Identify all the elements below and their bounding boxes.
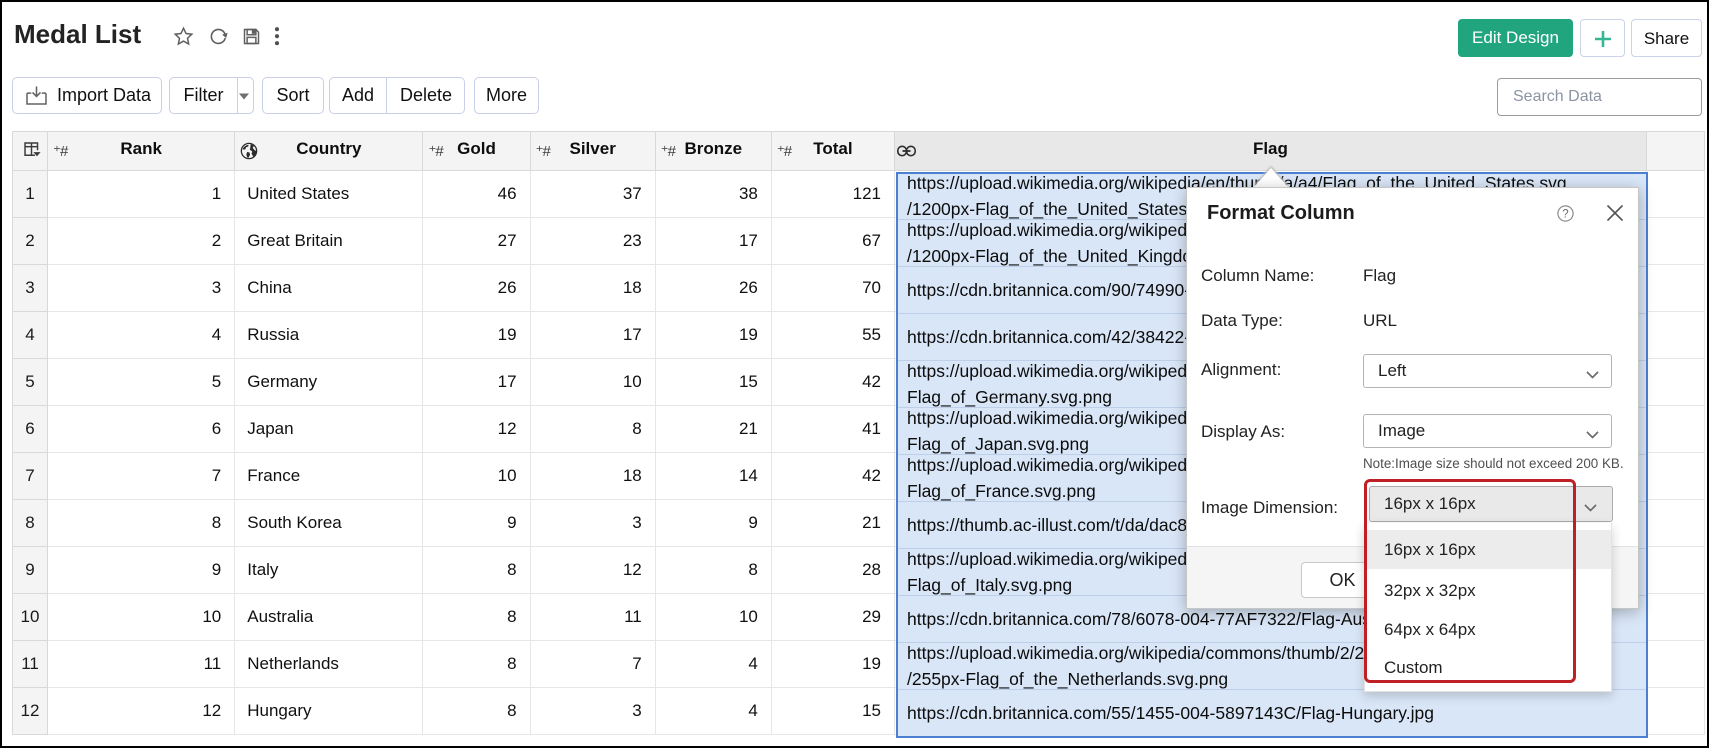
svg-text:?: ?	[1562, 209, 1568, 221]
